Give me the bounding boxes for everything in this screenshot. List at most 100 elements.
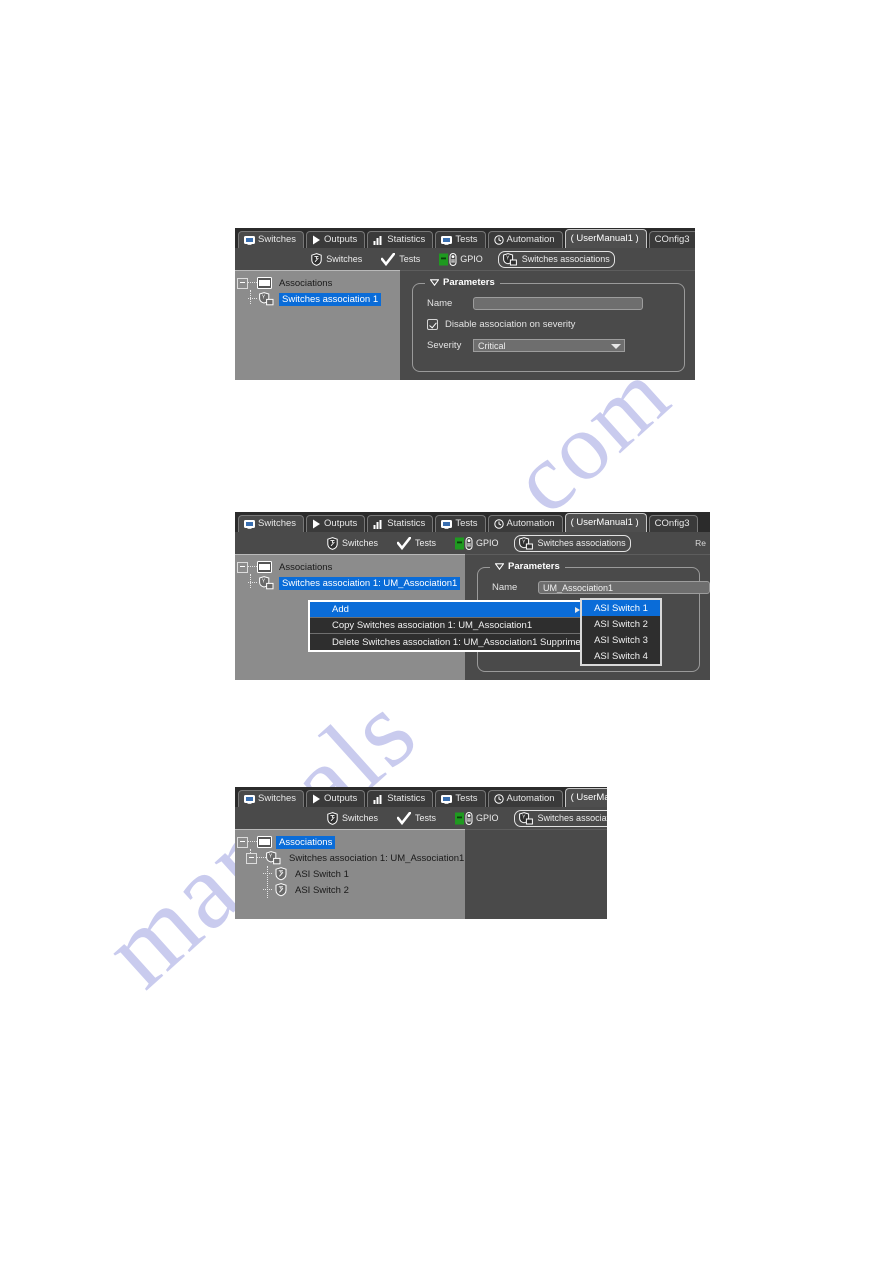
toolbar-item-switches[interactable]: Switches [323, 811, 382, 826]
tree-panel-1[interactable]: Associations Y Switches association 1 [235, 270, 400, 380]
toolbar-item-switches[interactable]: Switches [323, 536, 382, 551]
toolbar-item-gpio[interactable]: GPIO [451, 536, 503, 551]
play-icon [312, 519, 321, 529]
shield-switch-icon [327, 536, 338, 550]
tab-tests[interactable]: Tests [435, 515, 486, 532]
tree-row-asi-switch-2[interactable]: ASI Switch 2 [235, 882, 465, 898]
context-submenu-add[interactable]: ASI Switch 1 ASI Switch 2 ASI Switch 3 A… [580, 598, 662, 666]
context-menu-label: Add [332, 604, 349, 615]
tab-usermanual1[interactable]: ( UserManual1 ) [564, 513, 647, 532]
submenu-item-asi-switch-1[interactable]: ASI Switch 1 [582, 600, 660, 616]
tree-row-associations[interactable]: Associations [235, 834, 465, 850]
expander-icon[interactable] [246, 852, 257, 864]
tab-label: Tests [455, 234, 478, 245]
tab-outputs[interactable]: Outputs [306, 231, 366, 248]
tab-statistics[interactable]: Statistics [367, 790, 434, 807]
tree-connector [248, 841, 257, 843]
tree-row-associations[interactable]: Associations [235, 275, 400, 291]
tree-label: Associations [279, 277, 333, 289]
name-input[interactable]: UM_Association1 [538, 581, 710, 594]
toolbar-item-tests[interactable]: Tests [393, 536, 440, 551]
tree-row-associations[interactable]: Associations [235, 559, 465, 575]
toolbar-item-tests[interactable]: Tests [377, 252, 424, 267]
window-body-3: Associations Y Switches association 1: U… [235, 829, 607, 919]
tab-statistics[interactable]: Statistics [367, 231, 434, 248]
tab-label: Switches [258, 793, 297, 804]
toolbar-item-switches-associations[interactable]: Y Switches associations [513, 809, 607, 827]
submenu-item-asi-switch-2[interactable]: ASI Switch 2 [582, 616, 660, 632]
group-title-text: Parameters [508, 561, 560, 572]
folder-icon [257, 561, 272, 573]
tab-label: ( UserManual1 ) [570, 233, 639, 244]
expander-icon[interactable] [237, 277, 248, 289]
disable-association-label: Disable association on severity [445, 319, 576, 330]
severity-value: Critical [478, 341, 506, 351]
tab-switches[interactable]: Switches [238, 515, 305, 532]
toolbar-label: GPIO [476, 813, 499, 823]
name-input[interactable] [473, 297, 643, 310]
severity-select[interactable]: Critical [473, 339, 625, 352]
context-menu-item-copy[interactable]: Copy Switches association 1: UM_Associat… [310, 618, 586, 634]
monitor-icon [441, 519, 453, 529]
tab-outputs[interactable]: Outputs [306, 790, 366, 807]
tab-tests[interactable]: Tests [435, 790, 486, 807]
context-menu[interactable]: Add Copy Switches association 1: UM_Asso… [308, 600, 588, 652]
expander-icon[interactable] [237, 561, 248, 573]
tree-row-association-1[interactable]: Y Switches association 1 [235, 291, 400, 307]
parameters-pane-1: Parameters Name Disable association on s… [400, 270, 695, 380]
check-icon [397, 811, 412, 825]
tab-automation[interactable]: Automation [487, 515, 563, 532]
tab-config3[interactable]: COnfig3 [648, 515, 698, 532]
tab-tests[interactable]: Tests [435, 231, 486, 248]
play-icon [312, 794, 321, 804]
tree-label: Switches association 1 [279, 292, 382, 306]
collapse-triangle-icon[interactable] [495, 563, 504, 570]
context-menu-item-add[interactable]: Add [310, 602, 586, 618]
tab-label: Outputs [324, 518, 358, 529]
toolbar-label: Switches [326, 254, 363, 264]
tree-label: Switches association 1: UM_Association1 [279, 576, 461, 590]
gpio-icon [455, 811, 475, 825]
toolbar-item-gpio[interactable]: GPIO [451, 811, 503, 826]
check-icon [381, 252, 396, 266]
tree-row-association-1[interactable]: Y Switches association 1: UM_Association… [235, 575, 465, 591]
submenu-item-asi-switch-4[interactable]: ASI Switch 4 [582, 648, 660, 664]
tab-usermanual1[interactable]: ( UserManual1 ) [564, 229, 647, 248]
tab-label: Statistics [387, 518, 426, 529]
tab-config3[interactable]: COnfig3 [648, 231, 695, 248]
toolbar-item-switches[interactable]: Switches [307, 252, 366, 267]
tab-bar-3: Switches Outputs Statistics Tests Automa… [235, 787, 607, 807]
tab-automation[interactable]: Automation [487, 790, 563, 807]
tab-switches[interactable]: Switches [238, 790, 305, 807]
toolbar-item-tests[interactable]: Tests [393, 811, 440, 826]
monitor-icon [441, 235, 453, 245]
tree-panel-3[interactable]: Associations Y Switches association 1: U… [235, 829, 465, 919]
tree-row-asi-switch-1[interactable]: ASI Switch 1 [235, 866, 465, 882]
toolbar-label: Tests [415, 538, 437, 548]
collapse-triangle-icon[interactable] [430, 279, 439, 286]
submenu-item-asi-switch-3[interactable]: ASI Switch 3 [582, 632, 660, 648]
window-body-1: Associations Y Switches association 1 Pa… [235, 270, 695, 380]
toolbar-item-switches-associations[interactable]: Y Switches associations [513, 534, 631, 552]
folder-icon [257, 836, 272, 848]
tab-usermanual1[interactable]: ( UserMan [564, 788, 607, 807]
tab-statistics[interactable]: Statistics [367, 515, 434, 532]
toolbar-2: Switches Tests GPIO Y Switches associati… [235, 532, 710, 554]
expander-icon[interactable] [237, 836, 248, 848]
tab-switches[interactable]: Switches [238, 231, 305, 248]
tab-label: Statistics [387, 234, 426, 245]
tree-label: ASI Switch 2 [295, 884, 349, 896]
tab-automation[interactable]: Automation [487, 231, 563, 248]
tree-connector [248, 566, 257, 568]
tree-label: ASI Switch 1 [295, 868, 349, 880]
context-menu-item-delete[interactable]: Delete Switches association 1: UM_Associ… [310, 634, 586, 650]
tab-label: ( UserMan [570, 792, 607, 803]
tab-outputs[interactable]: Outputs [306, 515, 366, 532]
toolbar-item-gpio[interactable]: GPIO [435, 252, 487, 267]
tree-row-association-1[interactable]: Y Switches association 1: UM_Association… [235, 850, 465, 866]
disable-association-checkbox[interactable] [427, 319, 438, 330]
toolbar-item-switches-associations[interactable]: Y Switches associations [497, 250, 615, 268]
empty-pane-3 [465, 829, 607, 919]
tab-bar-2: Switches Outputs Statistics Tests Automa… [235, 512, 710, 532]
check-icon [397, 536, 412, 550]
